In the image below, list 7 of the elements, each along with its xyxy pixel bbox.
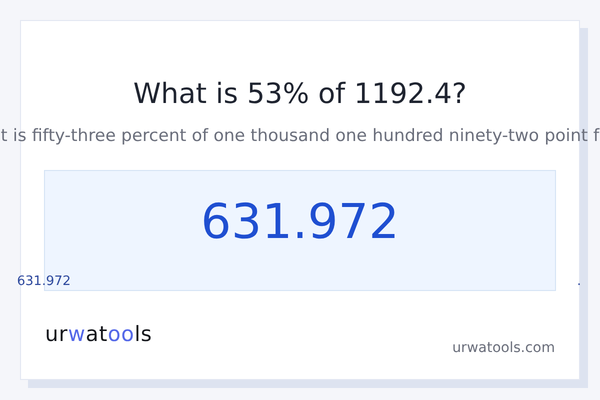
result-label: 631.972 <box>17 274 71 290</box>
page-title: What is 53% of 1192.4? <box>133 76 467 112</box>
site-address: urwatools.com <box>452 339 555 357</box>
dot-mark: . <box>577 274 582 290</box>
logo: urwatools <box>45 321 152 347</box>
result-value: 631.972 <box>200 193 400 252</box>
subtitle: t is fifty-three percent of one thousand one hundred ninety-two point f <box>0 125 600 148</box>
